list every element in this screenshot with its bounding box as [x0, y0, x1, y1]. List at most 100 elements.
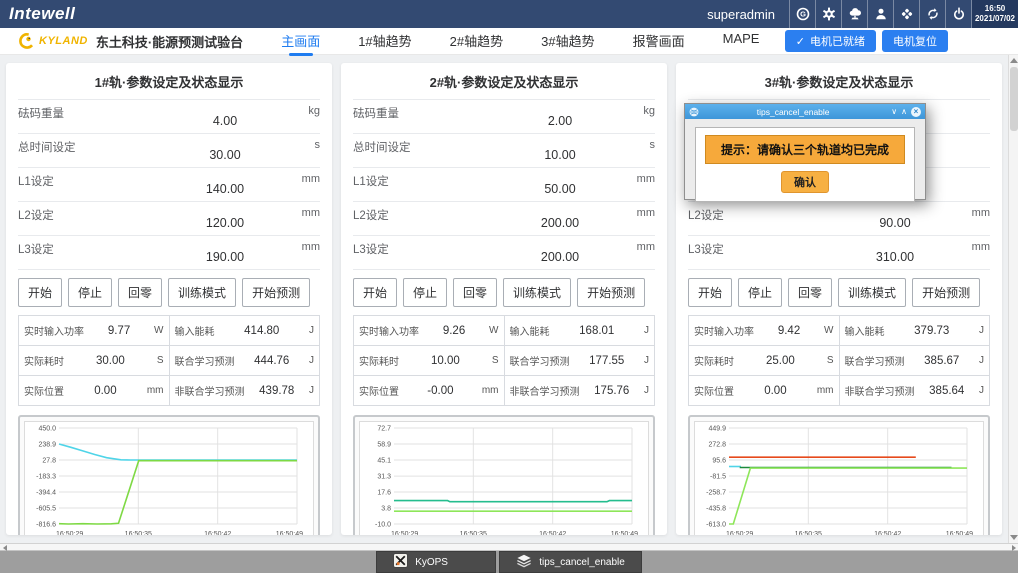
- button-停止[interactable]: 停止: [403, 278, 447, 307]
- status-value: 0.00: [734, 385, 817, 397]
- status-row: 实际耗时30.00S联合学习预测444.76J: [19, 346, 319, 376]
- dialog-close-icon[interactable]: ×: [911, 107, 921, 117]
- user-icon[interactable]: [868, 0, 894, 28]
- svg-text:-394.4: -394.4: [36, 490, 56, 497]
- cloud-upload-icon[interactable]: [842, 0, 868, 28]
- rail-panel-1: 1#轨·参数设定及状态显示砝码重量4.00kg总时间设定30.00sL1设定14…: [6, 63, 332, 535]
- trend-chart-plot: 72.758.945.131.317.63.8-10.016:50:2916:5…: [359, 421, 649, 535]
- status-unit: S: [492, 355, 499, 366]
- button-停止[interactable]: 停止: [68, 278, 112, 307]
- status-label: 非联合学习预测: [845, 383, 915, 398]
- kyland-logo-icon: [18, 32, 36, 50]
- tab-MAPE[interactable]: MAPE: [721, 27, 762, 56]
- status-cell: 输入能耗414.80J: [169, 316, 320, 345]
- status-unit: J: [979, 385, 984, 396]
- button-开始预测[interactable]: 开始预测: [912, 278, 980, 307]
- button-训练模式[interactable]: 训练模式: [838, 278, 906, 307]
- button-回零[interactable]: 回零: [453, 278, 497, 307]
- power-icon[interactable]: [946, 0, 972, 28]
- tab-1#轴趋势[interactable]: 1#轴趋势: [356, 27, 413, 56]
- motor-ready-button[interactable]: ✓ 电机已就绪: [785, 30, 876, 52]
- param-row: 砝码重量2.00kg: [353, 100, 655, 134]
- svg-text:-613.0: -613.0: [706, 522, 726, 529]
- dialog-titlebar[interactable]: tips_cancel_enable ∨ ∧ ×: [685, 104, 925, 119]
- status-cell: 实时输入功率9.42W: [689, 316, 839, 345]
- button-开始[interactable]: 开始: [353, 278, 397, 307]
- status-label: 实际位置: [694, 383, 734, 398]
- nav-buttons: ✓ 电机已就绪 电机复位: [785, 30, 948, 52]
- param-value: 4.00: [166, 100, 284, 133]
- param-value: 200.00: [501, 236, 619, 269]
- taskbar-item-KyOPS[interactable]: KyOPS: [376, 551, 496, 573]
- button-开始[interactable]: 开始: [18, 278, 62, 307]
- scroll-down-arrow-icon[interactable]: [1010, 533, 1018, 542]
- panel-title: 3#轨·参数设定及状态显示: [688, 63, 990, 100]
- app-title: 东土科技·能源预测试验台: [96, 32, 243, 51]
- button-开始预测[interactable]: 开始预测: [242, 278, 310, 307]
- svg-text:-183.3: -183.3: [36, 474, 56, 481]
- panel-title: 2#轨·参数设定及状态显示: [353, 63, 655, 100]
- scroll-up-arrow-icon[interactable]: [1010, 56, 1018, 65]
- vertical-scrollbar[interactable]: [1008, 55, 1018, 543]
- tab-主画面[interactable]: 主画面: [279, 27, 322, 56]
- status-value: -0.00: [399, 385, 482, 397]
- svg-text:95.6: 95.6: [712, 458, 726, 465]
- status-value: 30.00: [64, 355, 157, 367]
- param-label: L1设定: [18, 168, 166, 201]
- svg-text:16:50:49: 16:50:49: [276, 531, 303, 535]
- tab-2#轴趋势[interactable]: 2#轴趋势: [448, 27, 505, 56]
- clock-time: 16:50: [985, 4, 1005, 14]
- confirm-button[interactable]: 确认: [781, 171, 829, 193]
- clock: 16:50 2021/07/02: [972, 0, 1018, 28]
- svg-text:16:50:29: 16:50:29: [391, 531, 418, 535]
- param-label: L2设定: [18, 202, 166, 235]
- button-停止[interactable]: 停止: [738, 278, 782, 307]
- apps-icon[interactable]: [894, 0, 920, 28]
- trend-chart: 450.0238.927.8-183.3-394.4-605.5-816.616…: [18, 415, 320, 535]
- button-训练模式[interactable]: 训练模式: [168, 278, 236, 307]
- param-row: L2设定200.00mm: [353, 202, 655, 236]
- button-回零[interactable]: 回零: [788, 278, 832, 307]
- status-value: 414.80: [215, 325, 310, 337]
- tab-3#轴趋势[interactable]: 3#轴趋势: [539, 27, 596, 56]
- status-unit: W: [489, 325, 498, 336]
- status-label: 联合学习预测: [175, 353, 235, 368]
- status-value: 9.42: [754, 325, 824, 337]
- status-unit: W: [824, 325, 833, 336]
- topbar: Intewell superadmin G 16:50 2021/07/02: [0, 0, 1018, 28]
- status-row: 实际耗时25.00S联合学习预测385.67J: [689, 346, 989, 376]
- globe-g-icon[interactable]: G: [790, 0, 816, 28]
- param-unit: mm: [954, 202, 990, 235]
- status-table: 实时输入功率9.77W输入能耗414.80J实际耗时30.00S联合学习预测44…: [18, 315, 320, 406]
- button-开始预测[interactable]: 开始预测: [577, 278, 645, 307]
- param-row: 总时间设定30.00s: [18, 134, 320, 168]
- vertical-scrollbar-thumb[interactable]: [1010, 67, 1018, 131]
- dialog-maximize-icon[interactable]: ∧: [901, 108, 907, 116]
- check-icon: ✓: [796, 35, 805, 48]
- param-unit: mm: [619, 168, 655, 201]
- param-label: L3设定: [688, 236, 836, 269]
- horizontal-scrollbar[interactable]: [0, 543, 1018, 551]
- status-label: 输入能耗: [175, 323, 215, 338]
- status-unit: mm: [482, 385, 499, 396]
- taskbar: KyOPStips_cancel_enable: [0, 551, 1018, 573]
- sync-icon[interactable]: [920, 0, 946, 28]
- param-value: 50.00: [501, 168, 619, 201]
- svg-text:16:50:42: 16:50:42: [874, 531, 901, 535]
- param-row: 砝码重量4.00kg: [18, 100, 320, 134]
- taskbar-item-tips_cancel_enable[interactable]: tips_cancel_enable: [499, 551, 642, 573]
- trend-chart-plot: 450.0238.927.8-183.3-394.4-605.5-816.616…: [24, 421, 314, 535]
- navbar: KYLAND 东土科技·能源预测试验台 主画面1#轴趋势2#轴趋势3#轴趋势报警…: [0, 28, 1018, 55]
- motor-reset-button[interactable]: 电机复位: [882, 30, 948, 52]
- button-回零[interactable]: 回零: [118, 278, 162, 307]
- button-开始[interactable]: 开始: [688, 278, 732, 307]
- param-value: 2.00: [501, 100, 619, 133]
- param-label: 砝码重量: [353, 100, 501, 133]
- dialog-minimize-icon[interactable]: ∨: [891, 108, 897, 116]
- button-训练模式[interactable]: 训练模式: [503, 278, 571, 307]
- settings-icon[interactable]: [816, 0, 842, 28]
- tab-报警画面[interactable]: 报警画面: [631, 27, 687, 56]
- status-unit: J: [644, 355, 649, 366]
- status-label: 联合学习预测: [510, 353, 570, 368]
- dialog-message: 提示：请确认三个轨道均已完成: [705, 135, 905, 164]
